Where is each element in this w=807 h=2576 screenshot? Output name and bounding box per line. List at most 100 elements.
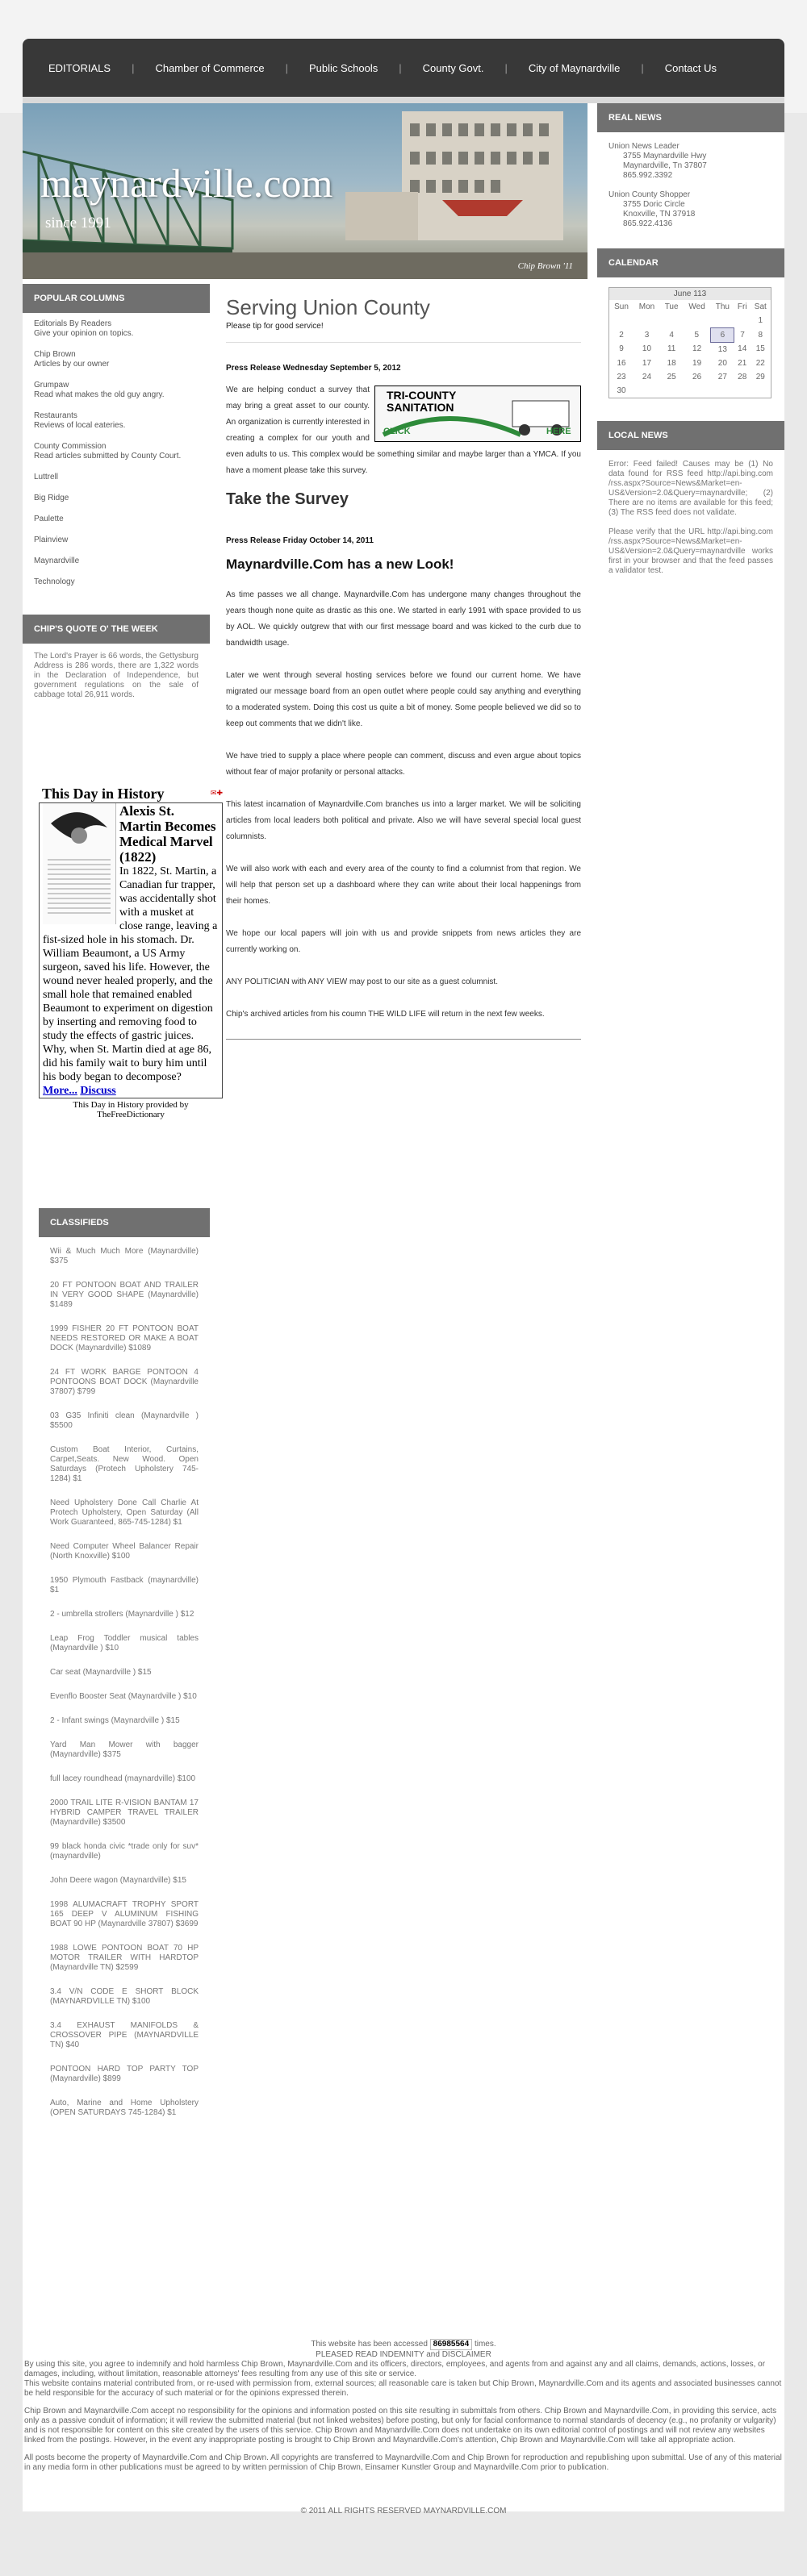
classified-item[interactable]: Evenflo Booster Seat (Maynardville ) $10 (50, 1692, 199, 1702)
column-title[interactable]: Restaurants (34, 411, 199, 421)
ad-click[interactable]: CLICK (383, 423, 411, 440)
calendar-day[interactable]: 13 (711, 342, 734, 356)
classified-item[interactable]: Need Computer Wheel Balancer Repair (Nor… (50, 1542, 199, 1561)
classified-item[interactable]: Wii & Much Much More (Maynardville) $375 (50, 1247, 199, 1266)
calendar-day[interactable]: 7 (734, 327, 751, 342)
classified-item[interactable]: 3.4 V/N CODE E SHORT BLOCK (MAYNARDVILLE… (50, 1987, 199, 2007)
ad-here[interactable]: HERE (546, 423, 571, 440)
calendar-day[interactable]: 24 (633, 370, 660, 384)
column-item[interactable]: Big Ridge (34, 494, 199, 503)
column-title[interactable]: Editorials By Readers (34, 319, 199, 329)
classified-item[interactable]: 20 FT PONTOON BOAT AND TRAILER IN VERY G… (50, 1281, 199, 1310)
calendar-day[interactable]: 27 (711, 370, 734, 384)
share-icon[interactable]: ✉✚ (211, 789, 223, 797)
column-item[interactable]: Luttrell (34, 473, 199, 482)
classified-item[interactable]: 1999 FISHER 20 FT PONTOON BOAT NEEDS RES… (50, 1324, 199, 1353)
classified-item[interactable]: 1950 Plymouth Fastback (maynardville) $1 (50, 1576, 199, 1595)
calendar-day[interactable]: 23 (609, 370, 633, 384)
column-title[interactable]: Luttrell (34, 473, 199, 482)
sanitation-ad[interactable]: TRI-COUNTY SANITATION CLICK HERE (374, 386, 581, 442)
news-source[interactable]: Union County Shopper (608, 190, 773, 200)
tdih-discuss-link[interactable]: Discuss (80, 1085, 115, 1097)
classified-item[interactable]: Need Upholstery Done Call Charlie At Pro… (50, 1498, 199, 1528)
calendar-day[interactable]: 3 (633, 327, 660, 342)
classified-item[interactable]: 1988 LOWE PONTOON BOAT 70 HP MOTOR TRAIL… (50, 1944, 199, 1973)
nav-city-of-maynardville[interactable]: City of Maynardville (529, 62, 620, 74)
access-text: times. (474, 2340, 496, 2349)
calendar-day[interactable]: 18 (660, 356, 683, 370)
column-title[interactable]: Grumpaw (34, 381, 199, 390)
column-item[interactable]: Chip Brown Articles by our owner (34, 350, 199, 369)
column-title[interactable]: County Commission (34, 442, 199, 452)
calendar-day[interactable]: 25 (660, 370, 683, 384)
classified-item[interactable]: 2000 TRAIL LITE R-VISION BANTAM 17 HYBRI… (50, 1799, 199, 1828)
calendar-day[interactable]: 11 (660, 342, 683, 356)
column-title[interactable]: Maynardville (34, 556, 199, 566)
column-item[interactable]: Maynardville (34, 556, 199, 566)
quote-text: The Lord's Prayer is 66 words, the Getty… (34, 652, 199, 699)
calendar-day[interactable]: 5 (683, 327, 710, 342)
column-item[interactable]: Paulette (34, 515, 199, 524)
calendar-day[interactable]: 30 (609, 384, 633, 398)
classified-item[interactable]: Yard Man Mower with bagger (Maynardville… (50, 1740, 199, 1760)
calendar-day[interactable]: 8 (751, 327, 771, 342)
classified-item[interactable]: PONTOON HARD TOP PARTY TOP (Maynardville… (50, 2065, 199, 2084)
nav-public-schools[interactable]: Public Schools (309, 62, 378, 74)
classified-item[interactable]: 3.4 EXHAUST MANIFOLDS & CROSSOVER PIPE (… (50, 2021, 199, 2050)
calendar-day[interactable]: 16 (609, 356, 633, 370)
classified-item[interactable]: 24 FT WORK BARGE PONTOON 4 PONTOONS BOAT… (50, 1368, 199, 1397)
column-item[interactable]: Restaurants Reviews of local eateries. (34, 411, 199, 431)
classified-item[interactable]: 1998 ALUMACRAFT TROPHY SPORT 165 DEEP V … (50, 1900, 199, 1929)
classified-item[interactable]: Custom Boat Interior, Curtains, Carpet,S… (50, 1445, 199, 1484)
nav-county-govt[interactable]: County Govt. (423, 62, 484, 74)
column-title[interactable]: Plainview (34, 536, 199, 545)
column-title[interactable]: Big Ridge (34, 494, 199, 503)
column-item[interactable]: Grumpaw Read what makes the old guy angry… (34, 381, 199, 400)
nav-editorials[interactable]: EDITORIALS (48, 62, 111, 74)
share-icons[interactable]: ✉✚ (211, 786, 223, 800)
nav-chamber-of-commerce[interactable]: Chamber of Commerce (155, 62, 264, 74)
classified-item[interactable]: full lacey roundhead (maynardville) $100 (50, 1774, 199, 1784)
classified-item[interactable]: Leap Frog Toddler musical tables (Maynar… (50, 1634, 199, 1653)
site-logo[interactable]: maynardville.com (40, 160, 332, 206)
calendar-day[interactable]: 22 (751, 356, 771, 370)
calendar-day[interactable]: 1 (751, 314, 771, 327)
take-survey-link[interactable]: Take the Survey (226, 490, 581, 509)
classified-item[interactable]: 2 - umbrella strollers (Maynardville ) $… (50, 1610, 199, 1619)
calendar-day[interactable]: 28 (734, 370, 751, 384)
column-title[interactable]: Paulette (34, 515, 199, 524)
calendar-day[interactable]: 6 (710, 327, 735, 343)
news-source[interactable]: Union News Leader (608, 142, 773, 152)
calendar-day[interactable]: 4 (660, 327, 683, 342)
classified-item[interactable]: 99 black honda civic *trade only for suv… (50, 1842, 199, 1861)
calendar-day[interactable]: 21 (734, 356, 751, 370)
calendar-day[interactable]: 9 (609, 342, 633, 356)
tdih-provider[interactable]: This Day in History provided by TheFreeD… (39, 1100, 223, 1119)
calendar-day[interactable]: 14 (734, 342, 751, 356)
calendar-day[interactable]: 19 (683, 356, 710, 370)
popular-columns-heading: POPULAR COLUMNS (23, 284, 210, 313)
column-title[interactable]: Technology (34, 577, 199, 587)
classified-item[interactable]: Car seat (Maynardville ) $15 (50, 1668, 199, 1678)
classified-item[interactable]: Auto, Marine and Home Upholstery (OPEN S… (50, 2099, 199, 2118)
classified-item[interactable]: John Deere wagon (Maynardville) $15 (50, 1876, 199, 1886)
tdih-more-link[interactable]: More... (43, 1085, 77, 1097)
calendar: June 113 Sun Mon Tue Wed Thu Fri Sat 1 2 3 4 5 6 7 8 9 1… (608, 287, 771, 398)
calendar-day[interactable]: 29 (751, 370, 771, 384)
classified-item[interactable]: 03 G35 Infiniti clean (Maynardville ) $5… (50, 1411, 199, 1431)
column-item[interactable]: Plainview (34, 536, 199, 545)
column-item[interactable]: Technology (34, 577, 199, 587)
calendar-day[interactable]: 12 (683, 342, 710, 356)
calendar-day[interactable]: 17 (633, 356, 660, 370)
column-item[interactable]: Editorials By Readers Give your opinion o… (34, 319, 199, 339)
nav-contact-us[interactable]: Contact Us (665, 62, 717, 74)
calendar-day[interactable]: 15 (751, 342, 771, 356)
column-title[interactable]: Chip Brown (34, 350, 199, 360)
calendar-day[interactable]: 2 (609, 327, 633, 342)
indemnity-link[interactable]: PLEASED READ INDEMNITY and DISCLAIMER (23, 2350, 784, 2360)
calendar-day[interactable]: 26 (683, 370, 710, 384)
column-item[interactable]: County Commission Read articles submitted… (34, 442, 199, 461)
calendar-day[interactable]: 10 (633, 342, 660, 356)
calendar-day[interactable]: 20 (711, 356, 734, 370)
classified-item[interactable]: 2 - Infant swings (Maynardville ) $15 (50, 1716, 199, 1726)
